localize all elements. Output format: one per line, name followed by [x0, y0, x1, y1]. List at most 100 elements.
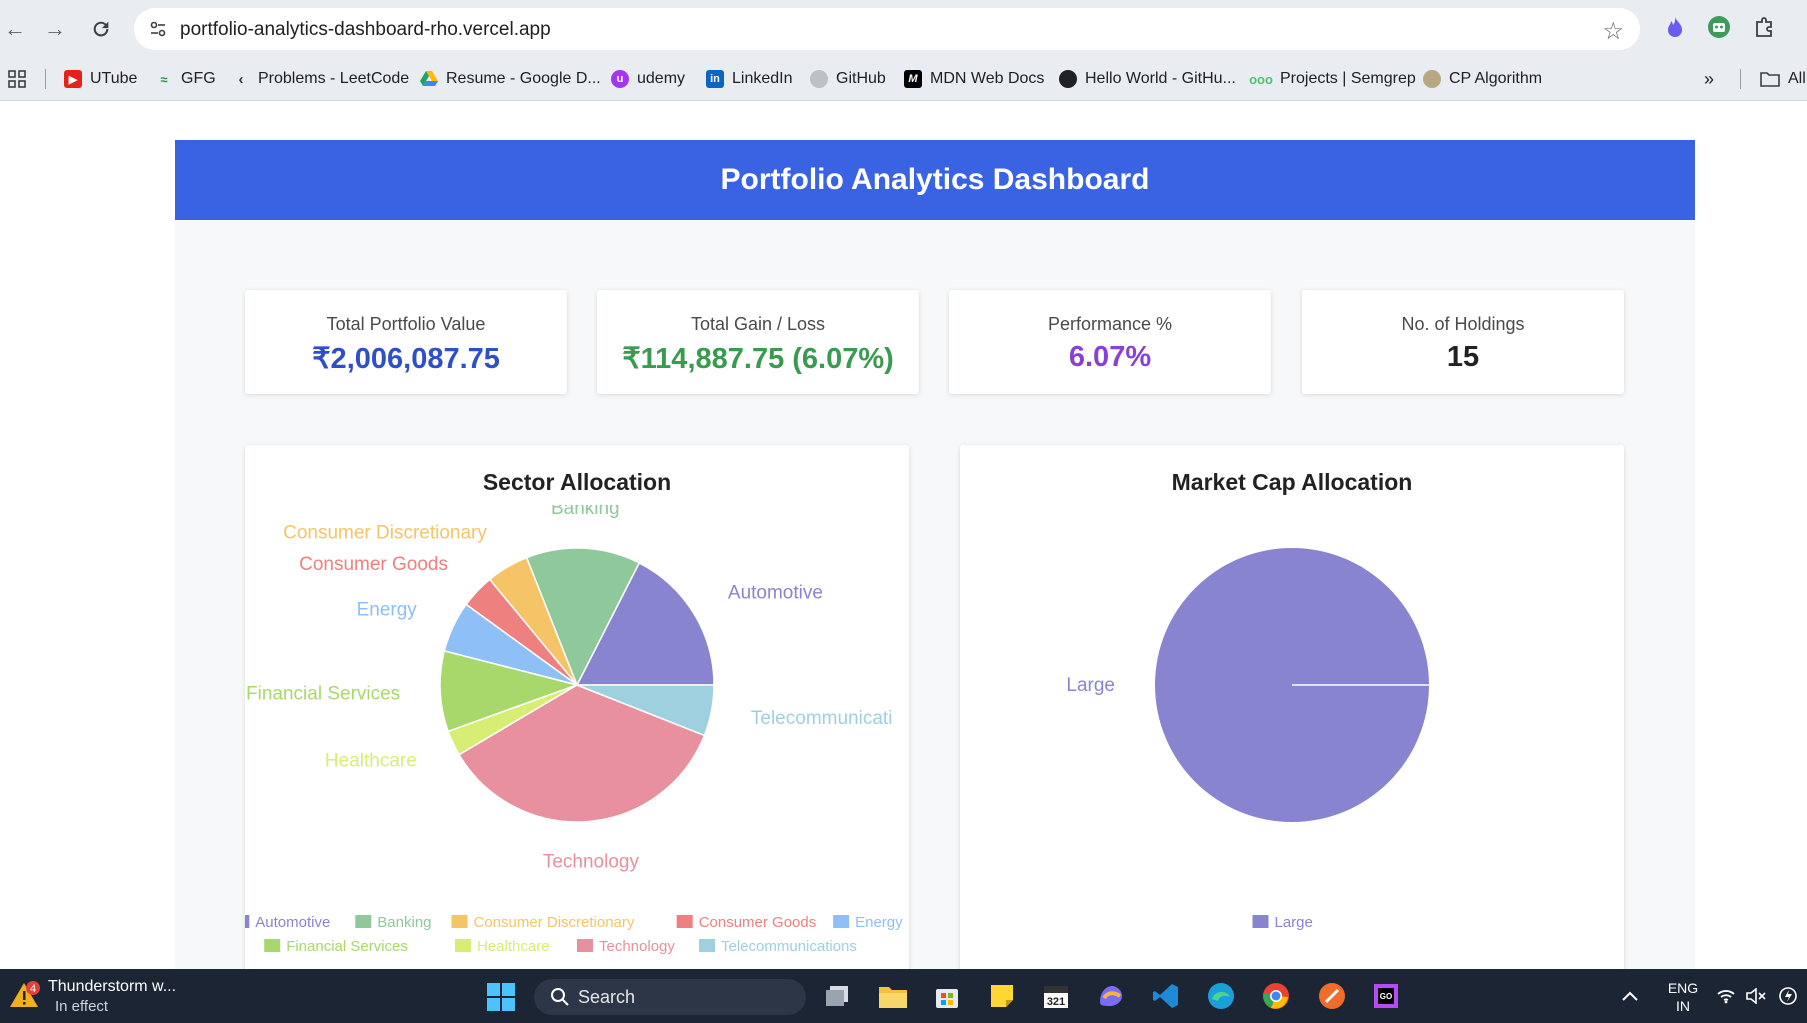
- google-drive-icon: [420, 71, 438, 86]
- bookmark-utube[interactable]: ▶ UTube: [64, 58, 137, 100]
- extension-robot-icon[interactable]: [1706, 14, 1732, 40]
- address-bar[interactable]: portfolio-analytics-dashboard-rho.vercel…: [134, 8, 1640, 50]
- mdn-icon: M: [904, 70, 922, 88]
- forward-icon[interactable]: →: [40, 14, 70, 44]
- bookmark-label: CP Algorithm: [1449, 70, 1543, 87]
- stat-card-performance: Performance % 6.07%: [949, 290, 1271, 394]
- stat-value: ₹114,887.75 (6.07%): [622, 343, 894, 375]
- slice-label-consumer-discretionary: Consumer Discretionary: [283, 523, 487, 544]
- bookmark-label: Projects | Semgrep: [1280, 70, 1416, 87]
- bookmark-github[interactable]: GitHub: [810, 58, 886, 100]
- folder-icon: [1760, 72, 1780, 87]
- bookmark-label: udemy: [637, 70, 686, 87]
- leetcode-icon: ‹: [238, 70, 244, 88]
- bookmark-label: Problems - LeetCode: [258, 70, 410, 87]
- legend-item-consumer-discretionary[interactable]: Consumer Discretionary: [474, 914, 635, 931]
- extension-flame-icon[interactable]: [1662, 14, 1688, 40]
- bookmark-label: LinkedIn: [732, 70, 793, 87]
- market-cap-chart: Large Large: [1066, 548, 1429, 931]
- edge-icon[interactable]: [1205, 980, 1237, 1012]
- microsoft-store-icon[interactable]: [931, 980, 963, 1012]
- calendar-app-icon[interactable]: 321: [1040, 980, 1072, 1012]
- youtube-icon: ▶: [64, 70, 82, 88]
- bookmark-label: All: [1788, 70, 1806, 87]
- weather-badge: 4: [30, 983, 36, 995]
- taskbar-search[interactable]: Search: [534, 979, 806, 1015]
- goland-icon[interactable]: GO: [1370, 980, 1402, 1012]
- legend-item-energy[interactable]: Energy: [855, 914, 903, 931]
- bookmark-linkedin[interactable]: in LinkedIn: [706, 58, 793, 100]
- stat-label: No. of Holdings: [1401, 314, 1525, 334]
- stat-label: Performance %: [1047, 314, 1173, 334]
- chrome-icon[interactable]: [1260, 980, 1292, 1012]
- bookmark-mdn[interactable]: M MDN Web Docs: [904, 58, 1044, 100]
- windows-start-icon[interactable]: [485, 981, 517, 1013]
- bookmark-gfg[interactable]: ≈ GFG: [155, 58, 215, 100]
- legend-item-healthcare[interactable]: Healthcare: [477, 938, 550, 955]
- copilot-icon[interactable]: [1095, 980, 1127, 1012]
- bookmark-label: Hello World - GitHu...: [1085, 70, 1236, 87]
- weather-widget[interactable]: 4 Thunderstorm w... In effect: [8, 975, 198, 1017]
- extensions-puzzle-icon[interactable]: [1752, 14, 1778, 40]
- url-text: portfolio-analytics-dashboard-rho.vercel…: [180, 19, 551, 40]
- legend-item-banking[interactable]: Banking: [377, 914, 431, 931]
- language-code: ENG: [1667, 980, 1699, 996]
- bookmark-label: GitHub: [836, 70, 886, 87]
- legend-item-consumer-goods[interactable]: Consumer Goods: [699, 914, 817, 931]
- weather-warning-icon: 4: [10, 981, 40, 1007]
- bookmark-hello-world-github[interactable]: Hello World - GitHu...: [1059, 58, 1236, 100]
- legend-swatch-large: [1252, 915, 1269, 928]
- gfg-icon: ≈: [160, 71, 168, 87]
- legend-item-financial-services[interactable]: Financial Services: [286, 938, 408, 955]
- linkedin-icon: in: [706, 70, 724, 88]
- file-explorer-icon[interactable]: [877, 980, 909, 1012]
- sector-allocation-card: Sector Allocation Automotive Banking Consu…: [245, 445, 909, 975]
- stat-value: 15: [1446, 341, 1480, 373]
- slice-label-telecommunications: Telecommunicati: [751, 708, 893, 729]
- legend-item-automotive[interactable]: Automotive: [255, 914, 330, 931]
- postman-icon[interactable]: [1316, 980, 1348, 1012]
- tray-overflow-icon[interactable]: [1622, 969, 1638, 1023]
- slice-label-banking: Banking: [551, 505, 620, 519]
- bookmark-semgrep[interactable]: ooo Projects | Semgrep: [1249, 58, 1416, 100]
- sector-allocation-chart: Automotive Banking Consumer Discretionary C…: [245, 505, 903, 955]
- weather-subtitle: In effect: [55, 998, 109, 1015]
- bookmark-udemy[interactable]: u udemy: [611, 58, 685, 100]
- legend-item-large[interactable]: Large: [1275, 914, 1313, 931]
- slice-label-financial-services: Financial Services: [246, 683, 400, 704]
- legend-swatch-energy: [833, 915, 850, 928]
- bookmark-resume-drive[interactable]: Resume - Google D...: [420, 58, 601, 100]
- svg-text:GO: GO: [1380, 992, 1392, 1001]
- slice-label-large: Large: [1066, 675, 1115, 696]
- reload-icon[interactable]: [86, 14, 116, 44]
- bookmarks-divider: [1740, 69, 1741, 89]
- slice-label-consumer-goods: Consumer Goods: [299, 554, 448, 575]
- all-bookmarks-folder[interactable]: All: [1760, 58, 1806, 100]
- windows-taskbar: 4 Thunderstorm w... In effect Search 321: [0, 969, 1807, 1023]
- legend-swatch-financial-services: [264, 939, 281, 952]
- apps-grid-icon[interactable]: [8, 70, 26, 88]
- site-info-icon[interactable]: [148, 19, 168, 39]
- stat-value: 6.07%: [1068, 341, 1152, 373]
- legend-item-telecommunications[interactable]: Telecommunications: [721, 938, 857, 955]
- legend-swatch-automotive: [245, 915, 250, 928]
- legend-swatch-consumer-discretionary: [451, 915, 468, 928]
- sticky-notes-icon[interactable]: [986, 980, 1018, 1012]
- bookmark-leetcode[interactable]: ‹ Problems - LeetCode: [232, 58, 410, 100]
- semgrep-icon: ooo: [1249, 71, 1273, 87]
- bookmark-star-icon[interactable]: ☆: [1602, 17, 1624, 46]
- wifi-icon[interactable]: [1716, 969, 1736, 1023]
- back-icon[interactable]: ←: [0, 14, 30, 44]
- bookmark-label: MDN Web Docs: [930, 70, 1045, 87]
- language-indicator[interactable]: ENG IN: [1660, 979, 1706, 1015]
- bookmarks-overflow-icon[interactable]: »: [1704, 58, 1714, 100]
- bookmark-cp-algorithm[interactable]: CP Algorithm: [1423, 58, 1542, 100]
- vscode-icon[interactable]: [1150, 980, 1182, 1012]
- udemy-icon: u: [611, 70, 629, 88]
- legend-item-technology[interactable]: Technology: [599, 938, 675, 955]
- slice-label-energy: Energy: [357, 600, 418, 621]
- volume-muted-icon[interactable]: [1745, 969, 1767, 1023]
- chart-title: Market Cap Allocation: [1171, 469, 1413, 495]
- task-view-icon[interactable]: [822, 980, 854, 1012]
- battery-charging-icon[interactable]: [1778, 969, 1798, 1023]
